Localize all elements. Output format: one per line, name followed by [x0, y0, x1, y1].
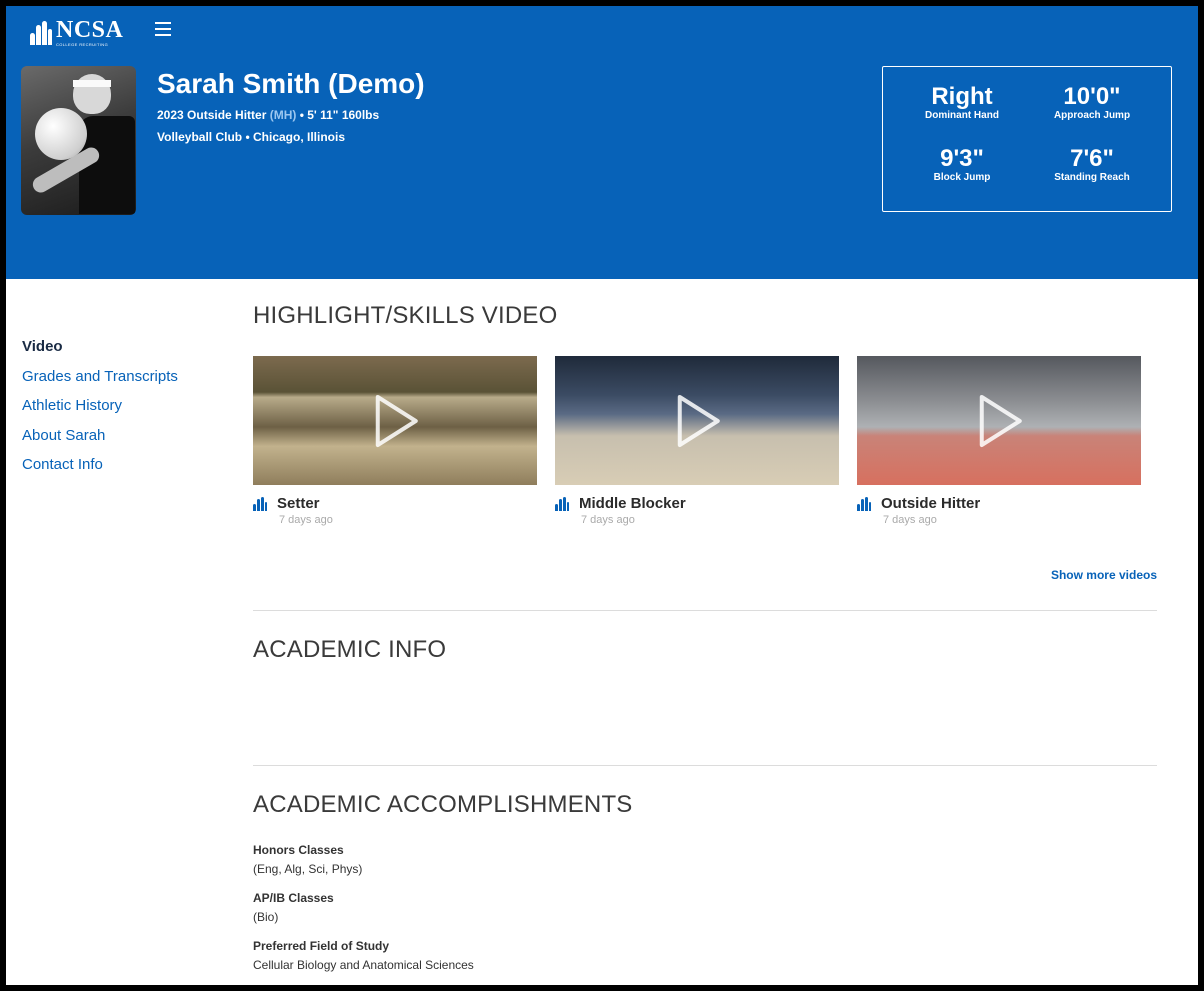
accomplishment-value: (Bio): [253, 910, 279, 924]
stat-block-jump: 9'3" Block Jump: [907, 145, 1017, 184]
main-content: HIGHLIGHT/SKILLS VIDEO Setter 7 days ago: [253, 302, 1157, 972]
nav-item-video[interactable]: Video: [22, 332, 178, 362]
video-title[interactable]: Outside Hitter: [881, 495, 980, 512]
play-icon: [979, 394, 1022, 447]
video-thumbnail[interactable]: [253, 356, 537, 485]
section-nav: Video Grades and Transcripts Athletic Hi…: [22, 332, 178, 480]
video-date: 7 days ago: [279, 514, 333, 526]
accomplishment-value: (Eng, Alg, Sci, Phys): [253, 862, 363, 876]
ncsa-mini-icon: [253, 496, 267, 511]
key-stats-box: Right Dominant Hand 10'0" Approach Jump …: [882, 66, 1172, 212]
logo-wordmark: NCSA: [56, 17, 124, 43]
video-date: 7 days ago: [581, 514, 635, 526]
nav-item-about[interactable]: About Sarah: [22, 421, 178, 451]
stat-value: 10'0": [1063, 83, 1121, 110]
show-more-videos-link[interactable]: Show more videos: [1051, 568, 1157, 582]
athlete-summary: 2023 Outside Hitter (MH) • 5' 11" 160lbs: [157, 108, 379, 122]
stat-label: Approach Jump: [1053, 110, 1131, 121]
stat-label: Block Jump: [933, 172, 991, 183]
play-icon: [677, 394, 720, 447]
nav-item-contact-info[interactable]: Contact Info: [22, 450, 178, 480]
section-divider: [253, 765, 1157, 766]
play-icon: [375, 394, 418, 447]
club-location: Volleyball Club • Chicago, Illinois: [157, 130, 346, 144]
stat-standing-reach: 7'6" Standing Reach: [1037, 145, 1147, 184]
nav-item-athletic-history[interactable]: Athletic History: [22, 391, 178, 421]
video-card[interactable]: Middle Blocker 7 days ago: [555, 356, 839, 526]
athlete-photo: [21, 66, 136, 215]
height-weight: • 5' 11" 160lbs: [299, 108, 380, 122]
stat-value: 7'6": [1070, 145, 1114, 172]
ncsa-mini-icon: [857, 496, 871, 511]
stat-value: Right: [931, 83, 993, 110]
logo-subtext: COLLEGE RECRUITING: [56, 42, 109, 47]
ncsa-logo-icon: [30, 20, 52, 45]
athlete-name: Sarah Smith (Demo): [157, 68, 425, 99]
accomplishment-value: Cellular Biology and Anatomical Sciences: [253, 958, 474, 972]
profile-header: NCSA COLLEGE RECRUITING Sarah Smith (Dem…: [6, 6, 1198, 279]
videos-section-title: HIGHLIGHT/SKILLS VIDEO: [253, 302, 558, 329]
ncsa-mini-icon: [555, 496, 569, 511]
stat-label: Dominant Hand: [925, 110, 999, 121]
video-title[interactable]: Middle Blocker: [579, 495, 686, 512]
stat-value: 9'3": [940, 145, 984, 172]
page: NCSA COLLEGE RECRUITING Sarah Smith (Dem…: [0, 0, 1204, 991]
academic-accomplishments-title: ACADEMIC ACCOMPLISHMENTS: [253, 791, 633, 818]
video-thumbnail[interactable]: [857, 356, 1141, 485]
accomplishment-label: Honors Classes: [253, 843, 344, 857]
academic-info-title: ACADEMIC INFO: [253, 636, 447, 663]
video-title[interactable]: Setter: [277, 495, 320, 512]
video-card[interactable]: Outside Hitter 7 days ago: [857, 356, 1141, 526]
video-date: 7 days ago: [883, 514, 937, 526]
accomplishments-list: Honors Classes (Eng, Alg, Sci, Phys) AP/…: [253, 843, 474, 987]
accomplishment-label: Preferred Field of Study: [253, 939, 390, 953]
nav-item-grades-transcripts[interactable]: Grades and Transcripts: [22, 362, 178, 392]
grad-year-position: 2023 Outside Hitter: [157, 108, 267, 122]
video-thumbnail[interactable]: [555, 356, 839, 485]
video-card[interactable]: Setter 7 days ago: [253, 356, 537, 526]
ncsa-logo[interactable]: NCSA COLLEGE RECRUITING: [30, 18, 123, 47]
stat-label: Standing Reach: [1054, 172, 1130, 183]
hamburger-menu-icon[interactable]: [155, 22, 171, 36]
section-divider: [253, 610, 1157, 611]
accomplishment-label: AP/IB Classes: [253, 891, 334, 905]
stat-dominant-hand: Right Dominant Hand: [907, 83, 1017, 122]
secondary-position: (MH): [269, 108, 297, 122]
video-list: Setter 7 days ago Middle Blocker 7 days …: [253, 356, 1159, 526]
stat-approach-jump: 10'0" Approach Jump: [1037, 83, 1147, 122]
